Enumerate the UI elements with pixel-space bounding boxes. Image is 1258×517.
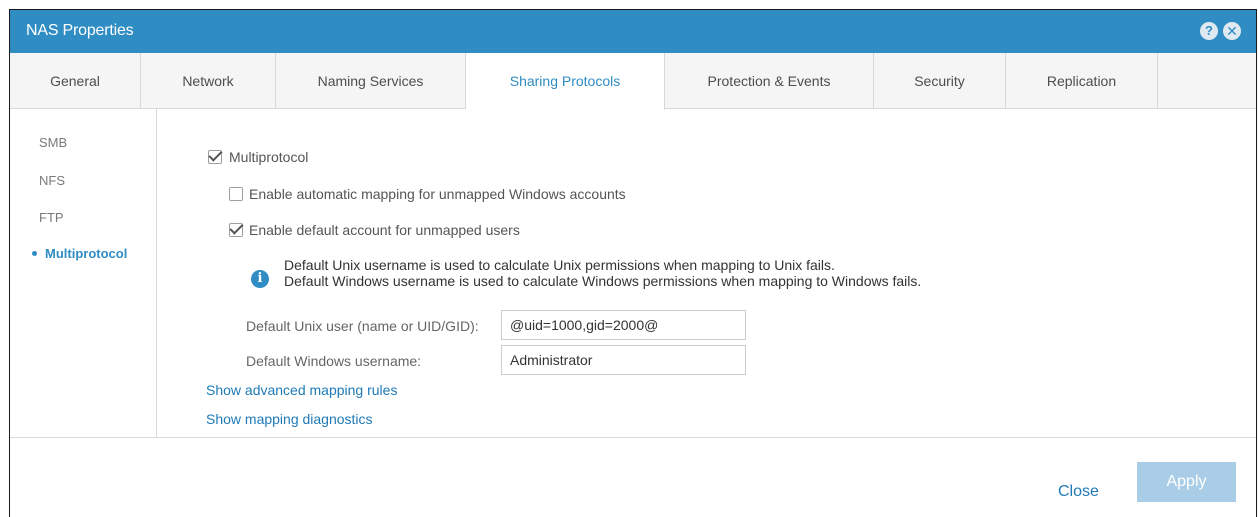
sidebar-item-nfs[interactable]: NFS <box>39 173 65 188</box>
close-icon[interactable]: ✕ <box>1223 22 1241 40</box>
sidebar-item-smb[interactable]: SMB <box>39 135 67 150</box>
tab-naming-services[interactable]: Naming Services <box>276 53 466 109</box>
active-indicator-dot <box>32 251 37 257</box>
multiprotocol-panel: Multiprotocol Enable automatic mapping f… <box>158 109 1256 437</box>
auto-mapping-checkbox[interactable] <box>229 187 243 201</box>
dialog-title: NAS Properties <box>26 22 134 39</box>
multiprotocol-checkbox[interactable] <box>208 150 222 164</box>
tab-general[interactable]: General <box>10 53 141 109</box>
sidebar-item-label: Multiprotocol <box>45 246 128 261</box>
close-button[interactable]: Close <box>1058 483 1099 501</box>
tab-replication[interactable]: Replication <box>1006 53 1158 109</box>
windows-user-input[interactable] <box>501 345 746 375</box>
tab-protection-events[interactable]: Protection & Events <box>665 53 874 109</box>
apply-button[interactable]: Apply <box>1137 462 1236 502</box>
tab-sharing-protocols[interactable]: Sharing Protocols <box>466 53 665 110</box>
unix-user-input[interactable] <box>501 310 746 340</box>
multiprotocol-label: Multiprotocol <box>229 149 309 165</box>
sidebar-item-ftp[interactable]: FTP <box>39 210 64 225</box>
tab-bar: General Network Naming Services Sharing … <box>10 53 1256 110</box>
title-bar: NAS Properties ? ✕ <box>10 10 1256 53</box>
sidebar-item-multiprotocol[interactable]: Multiprotocol <box>32 246 127 261</box>
tab-security[interactable]: Security <box>874 53 1006 109</box>
show-mapping-diagnostics-link[interactable]: Show mapping diagnostics <box>206 411 373 427</box>
help-icon[interactable]: ? <box>1200 22 1218 40</box>
info-text-windows: Default Windows username is used to calc… <box>284 273 922 289</box>
nas-properties-dialog: NAS Properties ? ✕ General Network Namin… <box>9 9 1257 517</box>
info-text-unix: Default Unix username is used to calcula… <box>284 257 835 273</box>
default-account-label: Enable default account for unmapped user… <box>249 222 520 238</box>
info-icon: i <box>251 270 269 288</box>
windows-user-label: Default Windows username: <box>246 353 422 369</box>
unix-user-label: Default Unix user (name or UID/GID): <box>246 318 479 334</box>
show-advanced-mapping-link[interactable]: Show advanced mapping rules <box>206 382 397 398</box>
protocol-sidebar: SMB NFS FTP Multiprotocol <box>10 109 157 437</box>
default-account-checkbox[interactable] <box>229 223 243 237</box>
tab-network[interactable]: Network <box>141 53 276 109</box>
auto-mapping-label: Enable automatic mapping for unmapped Wi… <box>249 186 626 202</box>
dialog-footer: Close Apply <box>10 437 1256 517</box>
